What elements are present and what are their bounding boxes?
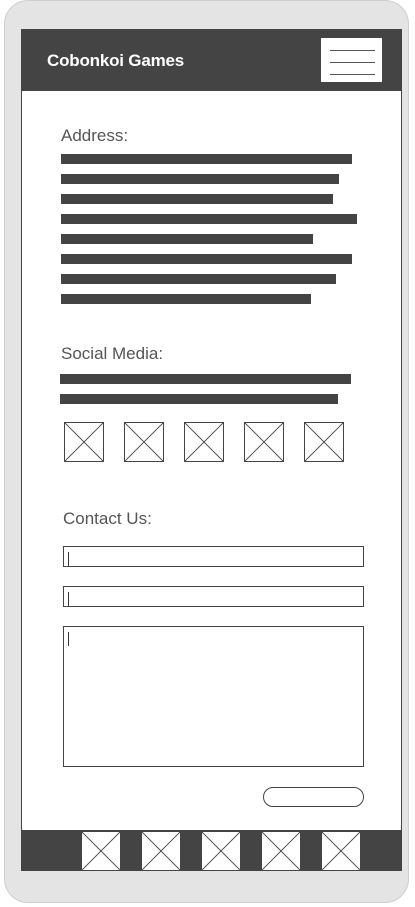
contact-heading: Contact Us: [63, 509, 152, 528]
footer-nav [22, 830, 401, 870]
social-line [60, 394, 338, 404]
address-line [61, 274, 336, 284]
text-cursor [68, 552, 69, 566]
device-frame: Cobonkoi Games Address: Social Media: Co… [4, 0, 409, 903]
address-line [61, 154, 352, 164]
submit-button[interactable] [263, 787, 364, 807]
footer-image-placeholder-icon[interactable] [201, 831, 241, 870]
app-title: Cobonkoi Games [47, 51, 185, 70]
social-line [60, 374, 351, 384]
text-cursor [68, 632, 69, 646]
footer-image-placeholder-icon[interactable] [321, 831, 361, 870]
address-line [61, 294, 311, 304]
menu-line [330, 74, 375, 75]
address-line [61, 194, 333, 204]
address-heading: Address: [61, 126, 129, 145]
app-header: Cobonkoi Games [22, 30, 401, 91]
social-image-placeholder-icon[interactable] [64, 422, 104, 462]
social-heading: Social Media: [61, 344, 164, 363]
address-line [61, 254, 352, 264]
address-line [61, 234, 313, 244]
address-line [61, 174, 339, 184]
menu-line [330, 62, 375, 63]
social-image-placeholder-icon[interactable] [244, 422, 284, 462]
footer-image-placeholder-icon[interactable] [81, 831, 121, 870]
social-image-placeholder-icon[interactable] [124, 422, 164, 462]
menu-line [330, 50, 375, 51]
social-image-placeholder-icon[interactable] [304, 422, 344, 462]
footer-image-placeholder-icon[interactable] [261, 831, 301, 870]
text-cursor [68, 592, 69, 606]
contact-field-2[interactable] [63, 586, 364, 607]
contact-field-1[interactable] [63, 546, 364, 567]
contact-message-textarea[interactable] [63, 626, 364, 767]
app-screen: Cobonkoi Games Address: Social Media: Co… [21, 29, 402, 871]
footer-image-placeholder-icon[interactable] [141, 831, 181, 870]
hamburger-icon[interactable] [320, 37, 383, 83]
address-line [61, 214, 357, 224]
social-image-placeholder-icon[interactable] [184, 422, 224, 462]
